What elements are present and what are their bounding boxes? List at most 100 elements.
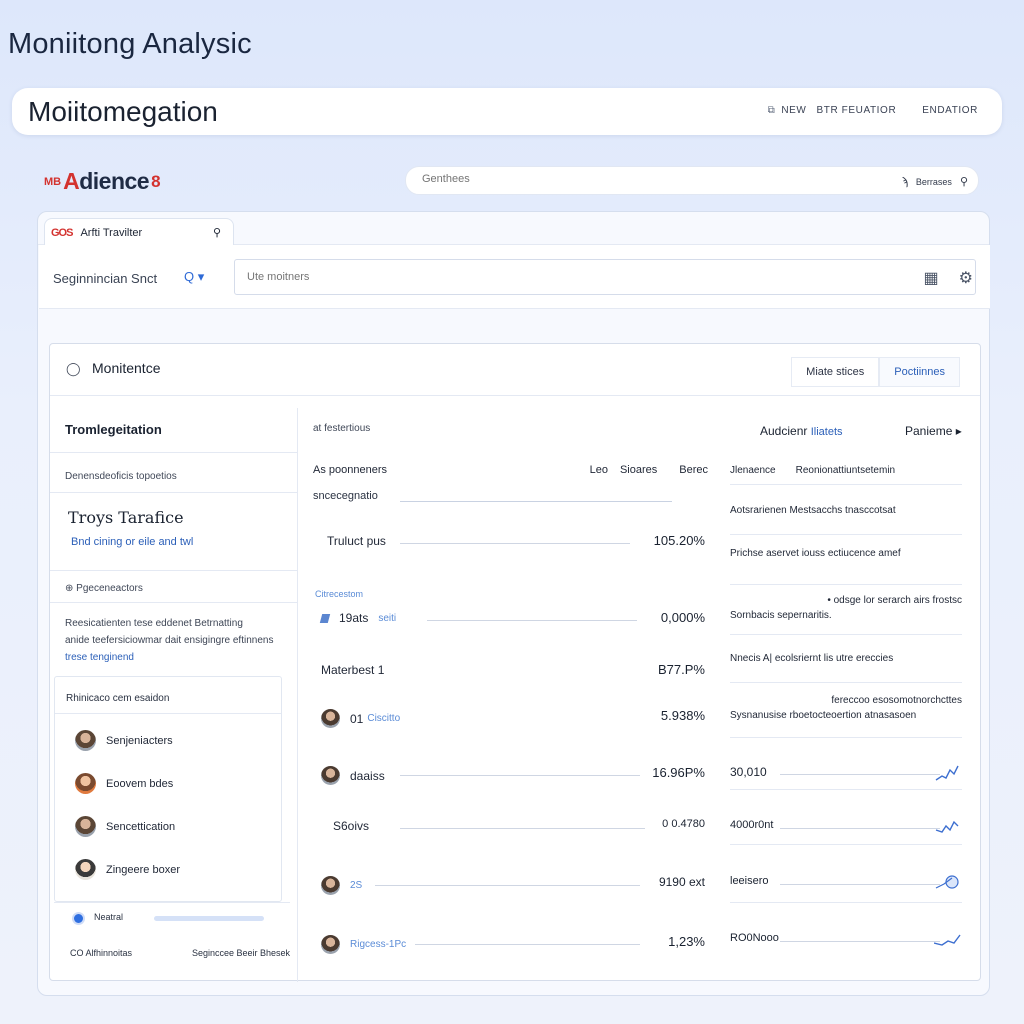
table-row[interactable]: Truluct pus 105.20% — [315, 532, 705, 552]
footer-left[interactable]: CO Alfhinnoitas — [70, 948, 132, 958]
divider — [730, 737, 962, 738]
tab-search-icon[interactable]: ⚲ — [213, 226, 221, 239]
card-action-button-2[interactable]: Poctiinnes — [879, 357, 960, 387]
list-item[interactable]: Senjeniacters — [75, 730, 173, 751]
row-line — [780, 828, 940, 829]
global-search[interactable]: ϡ Berrases ⚲ — [405, 166, 979, 195]
top-bar: Moiitomegation ⧉ NEW BTR FEUATIOR ENDATI… — [12, 88, 1002, 135]
avatar — [321, 876, 340, 895]
calendar-icon[interactable]: ▦ — [924, 268, 939, 288]
search-icon[interactable]: ⚲ — [960, 175, 968, 188]
card-actions: Miate stices Poctiinnes — [791, 357, 960, 387]
divider — [55, 713, 281, 714]
left-column: Tromlegeitation Denensdeoficis topoetios… — [50, 408, 298, 982]
row-line — [400, 828, 645, 829]
brand-logo[interactable]: MB Adience 8 — [44, 168, 161, 195]
row-value: 16.96P% — [652, 765, 705, 780]
avatar — [75, 730, 96, 751]
user-name: Senjeniacters — [106, 734, 173, 747]
tag-icon — [319, 613, 331, 623]
right-heading: Audcienr Iliatets — [760, 424, 843, 438]
brand-sup: 8 — [151, 171, 161, 191]
nav-new-link[interactable]: ⧉ NEW — [768, 105, 807, 116]
col-header[interactable]: Berec — [679, 464, 708, 476]
divider — [50, 602, 298, 603]
para-link[interactable]: trese tenginend — [65, 649, 285, 666]
row-label-group: 01 Ciscitto — [321, 709, 400, 728]
global-search-input[interactable] — [422, 173, 822, 185]
col-header[interactable]: Leo — [590, 464, 608, 476]
para-line: Reesicatienten tese eddenet Betrnatting — [65, 618, 243, 629]
divider — [730, 682, 962, 683]
left-link[interactable]: Bnd cining or eile and twl — [71, 536, 193, 548]
nav-feature-link[interactable]: BTR FEUATIOR — [816, 105, 896, 116]
brand-name: Adience — [63, 168, 149, 195]
divider — [730, 534, 962, 535]
right-text: Aotsrarienen Mestsacchs tnasccotsat — [730, 505, 896, 516]
filter-search-dropdown[interactable]: Q ▾ — [184, 269, 204, 285]
left-paragraph: Reesicatienten tese eddenet Betrnatting … — [65, 615, 285, 666]
row-label: 01 — [350, 711, 364, 726]
table-row[interactable]: Materbest 1 B77.P% — [315, 661, 705, 681]
table-row[interactable]: S6oivs 0 0.4780 — [315, 817, 705, 837]
row-value: 5.938% — [660, 708, 705, 723]
list-item[interactable]: Eoovem bdes — [75, 773, 173, 794]
divider — [730, 844, 962, 845]
brand-name-rest: dience — [79, 168, 150, 194]
divider — [50, 452, 298, 453]
divider — [50, 492, 298, 493]
right-text: • odsge lor serarch airs frostsc — [827, 595, 962, 606]
metric-row[interactable]: 30,010 — [730, 762, 962, 784]
footer-bar-label: Neatral — [94, 912, 124, 922]
left-footer-bar[interactable]: Neatral — [54, 902, 290, 932]
row-label-group: Rigcess-1Pc — [321, 935, 406, 954]
left-big-title: Troys Tarafice — [68, 508, 184, 527]
sparkline-icon — [935, 820, 959, 833]
user-list: Rhinicaco cem esaidon Senjeniacters Eoov… — [54, 676, 282, 902]
row-line — [415, 944, 640, 945]
col-header-group: Leo Sioares Berec — [590, 464, 708, 476]
nav-endation-link[interactable]: ENDATIOR — [922, 105, 978, 116]
right-text: Prichse aservet iouss ectiucence amef — [730, 548, 901, 559]
divider — [730, 584, 962, 585]
filter-row: Seginnincian Snct Q ▾ ▦ ⚙ — [39, 245, 990, 309]
filter-input-box[interactable]: ▦ ⚙ — [234, 259, 976, 295]
avatar — [75, 773, 96, 794]
row-value: 9190 ext — [658, 875, 705, 889]
table-row[interactable]: 01 Ciscitto 5.938% — [315, 707, 705, 728]
card-action-button-1[interactable]: Miate stices — [791, 357, 880, 387]
divider — [400, 501, 672, 502]
table-row[interactable]: 2S 9190 ext — [315, 874, 705, 895]
filter-icons: ▦ ⚙ — [924, 268, 973, 288]
tab-active[interactable]: GOS Arfti Travilter ⚲ — [44, 218, 234, 246]
grid-icon: ⧉ — [767, 105, 776, 116]
page-title: Moniitong Analysic — [8, 28, 252, 60]
left-section-2: ⊕ Pgeceneactors — [65, 583, 143, 594]
filter-input[interactable] — [247, 271, 847, 283]
right-dropdown[interactable]: Panieme ▸ — [905, 424, 962, 438]
settings-icon[interactable]: ⚙ — [959, 268, 973, 288]
user-list-title: Rhinicaco cem esaidon — [66, 693, 170, 704]
metric-row[interactable]: 4000r0nt — [730, 816, 962, 838]
cursor-icon: ϡ — [901, 175, 908, 188]
row-value: 105.20% — [653, 533, 705, 548]
list-item[interactable]: Zingeere boxer — [75, 859, 180, 880]
avatar — [75, 816, 96, 837]
table-row[interactable]: Rigcess-1Pc 1,23% — [315, 933, 705, 954]
topbar-nav: ⧉ NEW BTR FEUATIOR ENDATIOR — [768, 105, 978, 116]
row-value: 1,23% — [668, 934, 705, 949]
right-text: Sornbacis sepernaritis. — [730, 610, 832, 621]
metric-row[interactable]: RO0Nooo — [730, 929, 962, 951]
row-line — [780, 774, 940, 775]
content-card: ◯ Monitentce Miate stices Poctiinnes Tro… — [49, 343, 981, 982]
row-line — [780, 884, 940, 885]
row-value: 0 0.4780 — [662, 818, 705, 830]
table-row[interactable]: daaiss 16.96P% — [315, 764, 705, 785]
footer-right[interactable]: Seginccee Beeir Bhesek — [192, 948, 290, 958]
metric-row[interactable]: leeisero — [730, 872, 962, 894]
table-row[interactable]: 19ats seiti 0,000% — [315, 609, 705, 629]
right-text: Nnecis A| ecolsriernt lis utre ereccies — [730, 653, 894, 664]
col-header[interactable]: Sioares — [620, 464, 657, 476]
list-item[interactable]: Sencettication — [75, 816, 175, 837]
tab-label: Arfti Travilter — [80, 226, 143, 239]
